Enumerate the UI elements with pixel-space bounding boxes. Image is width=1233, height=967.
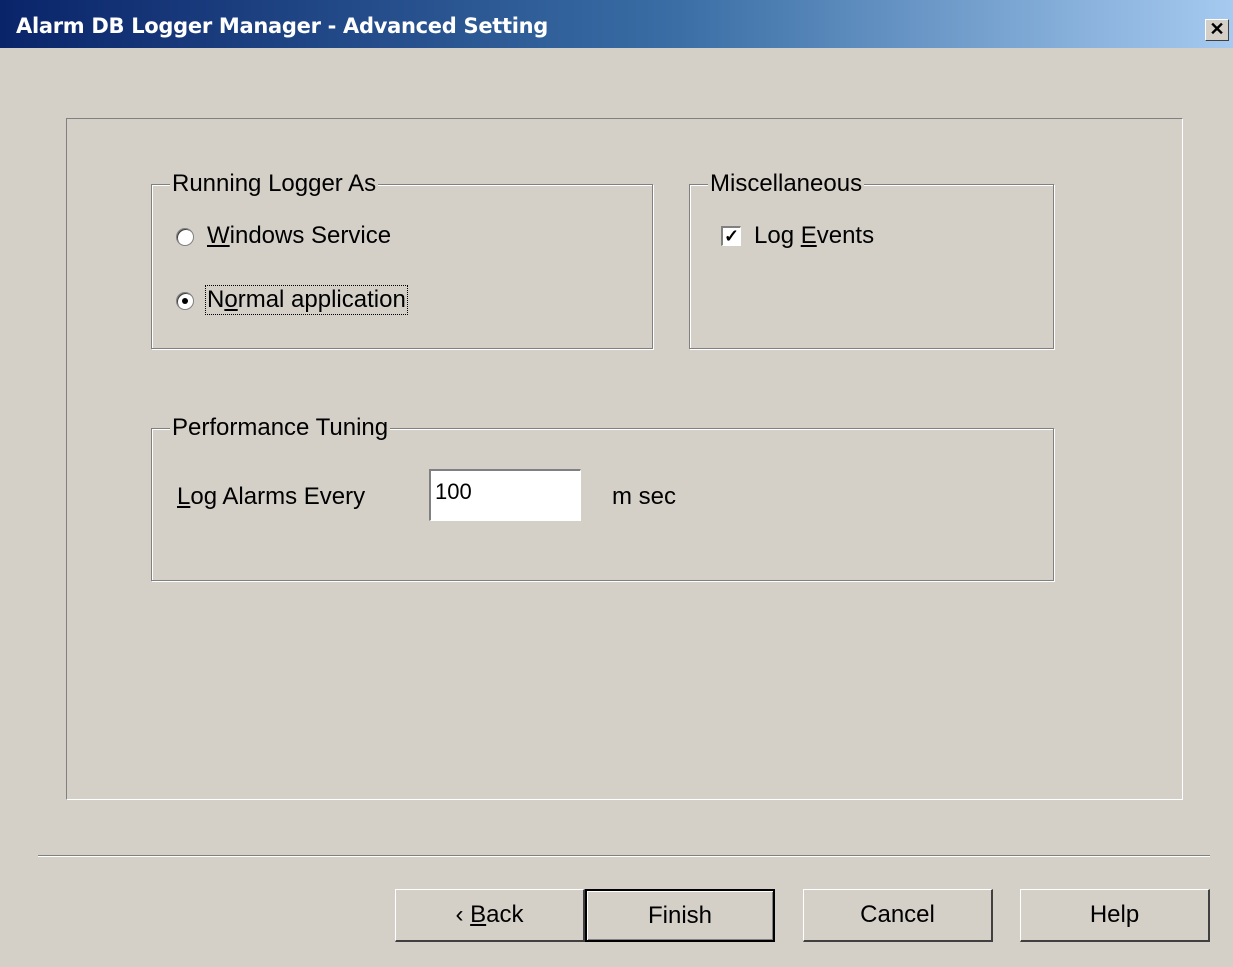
checkmark-icon: ✓ [723, 226, 740, 246]
back-button[interactable]: ‹ Back [395, 889, 585, 942]
title-bar: Alarm DB Logger Manager - Advanced Setti… [0, 0, 1233, 48]
radio-selected-dot [182, 298, 188, 304]
log-events-label[interactable]: Log Events [754, 223, 874, 249]
back-arrow-icon: ‹ [455, 901, 464, 928]
running-logger-group [151, 184, 653, 349]
window-title: Alarm DB Logger Manager - Advanced Setti… [16, 14, 549, 38]
windows-service-radio[interactable] [176, 228, 194, 246]
close-icon: ✕ [1209, 19, 1225, 39]
log-alarms-every-label: Log Alarms Every [177, 483, 366, 510]
cancel-button[interactable]: Cancel [803, 889, 993, 942]
miscellaneous-group [689, 184, 1054, 349]
miscellaneous-legend: Miscellaneous [708, 170, 865, 197]
close-button[interactable]: ✕ [1205, 19, 1229, 41]
normal-application-label[interactable]: Normal application [205, 285, 408, 315]
windows-service-label[interactable]: Windows Service [207, 223, 391, 249]
unit-label: m sec [612, 483, 677, 510]
log-alarms-interval-input[interactable]: 100 [429, 469, 581, 521]
help-button[interactable]: Help [1020, 889, 1210, 942]
finish-button[interactable]: Finish [585, 889, 775, 942]
separator-line [38, 855, 1210, 857]
log-events-checkbox[interactable]: ✓ [721, 226, 741, 246]
normal-application-radio[interactable] [176, 292, 194, 310]
performance-tuning-legend: Performance Tuning [170, 414, 391, 441]
running-logger-legend: Running Logger As [170, 170, 379, 197]
